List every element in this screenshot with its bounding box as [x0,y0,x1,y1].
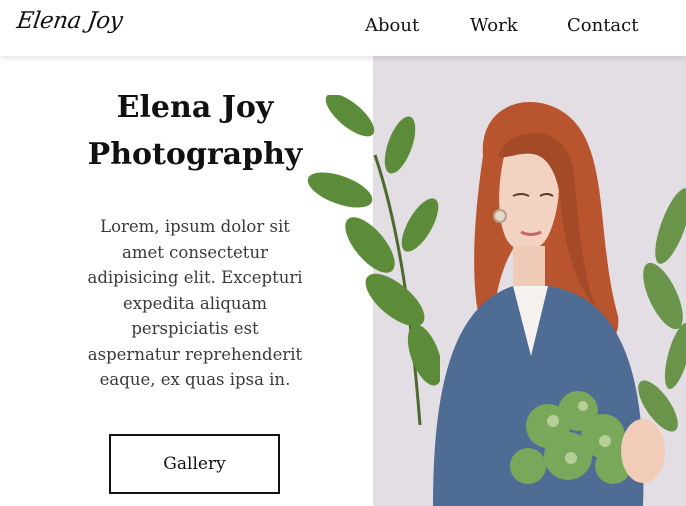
nav-link-work[interactable]: Work [470,15,518,36]
hero-title-line1: Elena Joy [116,90,274,125]
nav-link-about[interactable]: About [365,15,419,36]
site-logo[interactable]: Elena Joy [15,8,124,34]
plant-left-decoration [307,95,440,425]
hero-title: Elena Joy Photography [80,84,310,178]
top-navigation-bar: Elena Joy About Work Contact [0,0,686,56]
hero-title-line2: Photography [87,137,303,172]
hero-description: Lorem, ipsum dolor sit amet consectetur … [87,217,303,389]
gallery-button[interactable]: Gallery [109,434,280,494]
nav-link-contact[interactable]: Contact [567,15,638,36]
